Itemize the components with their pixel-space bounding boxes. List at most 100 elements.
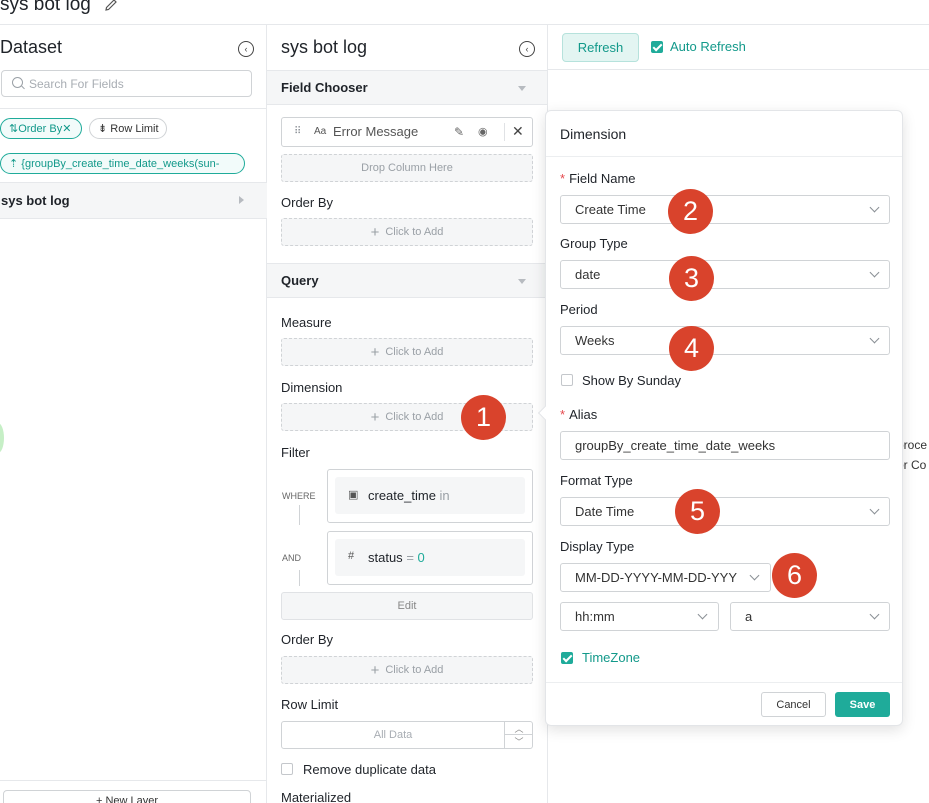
alias-label: * Alias — [560, 407, 597, 422]
filter-operator: = — [406, 550, 414, 565]
period-select[interactable]: Weeks — [560, 326, 890, 355]
caret-down-icon — [518, 279, 526, 284]
column-chip-error-message[interactable]: ⠿ Aa Error Message ✎ ◉ ✕ — [281, 117, 533, 147]
auto-refresh-checkbox[interactable] — [651, 41, 663, 53]
drop-column-zone[interactable]: Drop Column Here — [281, 154, 533, 182]
period-label: Period — [560, 302, 598, 317]
field-chooser-header[interactable]: Field Chooser — [267, 70, 547, 105]
column-name: Error Message — [333, 124, 419, 139]
expand-arrow-icon[interactable] — [239, 196, 244, 204]
order-by-chip[interactable]: ⇅Order By✕ — [0, 118, 82, 139]
divider — [0, 108, 267, 109]
selected-value: hh:mm — [575, 609, 615, 624]
row-limit-input[interactable]: All Data ︿ ﹀ — [281, 721, 533, 749]
required-mark: * — [560, 171, 566, 186]
row-limit-chip[interactable]: ⇟ Row Limit — [89, 118, 167, 139]
dimension-label: Dimension — [281, 380, 343, 395]
annotation-badge-3: 3 — [669, 256, 714, 301]
query-header[interactable]: Query — [267, 263, 547, 298]
decrement-icon[interactable]: ﹀ — [505, 735, 533, 748]
connector-line — [299, 570, 300, 586]
collapse-left-icon[interactable]: ‹ — [238, 41, 254, 57]
alias-text: Alias — [569, 407, 598, 422]
timezone-label[interactable]: TimeZone — [582, 650, 640, 665]
popover-title: Dimension — [560, 126, 627, 142]
plus-icon: + — [370, 408, 380, 426]
query-panel-title: sys bot log — [281, 37, 368, 57]
floating-handle[interactable] — [0, 423, 4, 453]
edit-filter-button[interactable]: Edit — [281, 592, 533, 620]
row-limit-placeholder: All Data — [373, 729, 413, 741]
top-bar: sys bot log — [0, 0, 929, 25]
plus-icon: + — [370, 661, 380, 679]
ampm-select[interactable]: a — [730, 602, 890, 631]
chevron-down-icon — [869, 267, 880, 278]
field-search-input[interactable]: Search For Fields — [1, 70, 252, 97]
field-name-label: * Field Name — [560, 171, 636, 186]
filter-condition-status[interactable]: # status = 0 — [327, 531, 533, 585]
cancel-button[interactable]: Cancel — [761, 692, 826, 717]
click-to-add-label: Click to Add — [385, 664, 444, 676]
dataset-panel: Dataset ‹ Search For Fields ⇅Order By✕ ⇟… — [0, 25, 267, 803]
group-type-select[interactable]: date — [560, 260, 890, 289]
row-limit-label: Row Limit — [281, 697, 339, 712]
number-field-icon: # — [348, 550, 355, 562]
increment-icon[interactable]: ︿ — [505, 722, 533, 735]
alias-value: groupBy_create_time_date_weeks — [575, 438, 776, 453]
time-format-select[interactable]: hh:mm — [560, 602, 719, 631]
show-by-sunday-label: Show By Sunday — [582, 373, 682, 388]
timezone-checkbox[interactable] — [561, 652, 573, 664]
measure-add-button[interactable]: + Click to Add — [281, 338, 533, 366]
new-layer-button[interactable]: + New Layer — [3, 790, 251, 803]
where-keyword: WHERE — [282, 491, 316, 501]
date-field-icon: ▣ — [348, 489, 359, 501]
show-by-sunday-checkbox[interactable] — [561, 374, 573, 386]
group-by-chip[interactable]: ⇡ {groupBy_create_time_date_weeks(sun- — [0, 153, 245, 174]
save-button[interactable]: Save — [835, 692, 890, 717]
order-by-label: Order By — [281, 632, 334, 647]
annotation-badge-2: 2 — [668, 189, 713, 234]
edit-icon[interactable]: ✎ — [454, 125, 464, 139]
table-item-sys-bot-log[interactable]: sys bot log — [0, 183, 267, 219]
annotation-badge-6: 6 — [772, 553, 817, 598]
caret-down-icon — [518, 86, 526, 91]
field-name-select[interactable]: Create Time — [560, 195, 890, 224]
selected-value: Date Time — [575, 504, 635, 519]
required-mark: * — [560, 407, 566, 422]
filter-operator: in — [439, 488, 450, 503]
edit-title-icon[interactable] — [103, 0, 119, 13]
divider — [546, 682, 902, 683]
refresh-button[interactable]: Refresh — [562, 33, 639, 62]
dimension-popover: Dimension * Field Name Create Time Group … — [537, 110, 903, 726]
selected-value: MM-DD-YYYY-MM-DD-YYY — [575, 570, 738, 585]
filter-chip[interactable]: # status = 0 — [335, 539, 525, 576]
filter-label: Filter — [281, 445, 310, 460]
drag-handle-icon[interactable]: ⠿ — [294, 126, 301, 137]
filter-chip[interactable]: ▣ create_time in — [335, 477, 525, 514]
remove-icon[interactable]: ✕ — [512, 123, 524, 140]
dataset-title: Dataset — [0, 37, 63, 57]
auto-refresh-label[interactable]: Auto Refresh — [670, 39, 746, 54]
collapse-middle-icon[interactable]: ‹ — [519, 41, 535, 57]
selected-value: date — [575, 267, 601, 282]
chevron-down-icon — [869, 333, 880, 344]
divider — [546, 156, 902, 157]
chevron-down-icon — [749, 570, 760, 581]
chevron-down-icon — [869, 202, 880, 213]
remove-duplicates-checkbox[interactable] — [281, 763, 293, 775]
alias-input[interactable]: groupBy_create_time_date_weeks — [560, 431, 890, 460]
search-placeholder: Search For Fields — [29, 77, 124, 91]
field-name-text: Field Name — [569, 171, 636, 186]
row-limit-stepper[interactable]: ︿ ﹀ — [504, 722, 533, 748]
filter-condition-create-time[interactable]: ▣ create_time in — [327, 469, 533, 523]
divider — [504, 123, 505, 141]
filter-field: status — [368, 550, 403, 565]
filter-text: create_time in — [368, 488, 450, 503]
and-keyword: AND — [282, 553, 302, 563]
date-format-select[interactable]: MM-DD-YYYY-MM-DD-YYY — [560, 563, 771, 592]
visibility-icon[interactable]: ◉ — [478, 125, 488, 138]
order-by-add-button[interactable]: + Click to Add — [281, 218, 533, 246]
format-type-select[interactable]: Date Time — [560, 497, 890, 526]
order-by-add-button[interactable]: + Click to Add — [281, 656, 533, 684]
section-label: Field Chooser — [281, 80, 368, 95]
